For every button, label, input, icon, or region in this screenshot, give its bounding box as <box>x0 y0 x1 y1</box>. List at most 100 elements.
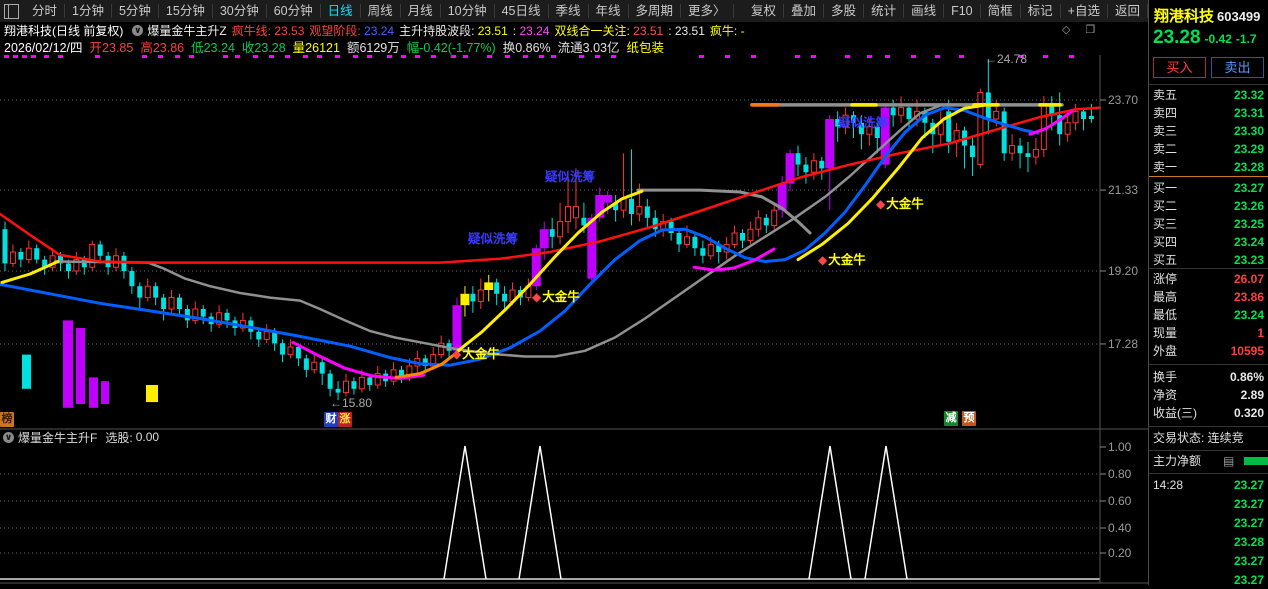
date-label: 2026/02/12/四 <box>4 41 83 55</box>
annotation-xiqi-1: 疑似洗筹 <box>545 170 596 184</box>
gem-icon: ◆ <box>876 197 886 211</box>
main-flow-row[interactable]: 主力净额 ▤ <box>1149 452 1268 470</box>
divider <box>1149 426 1268 427</box>
toolbar-item-6[interactable]: 日线 <box>320 4 361 18</box>
toolbar-tool-6[interactable]: 简框 <box>980 4 1021 18</box>
toolbar-tool-5[interactable]: F10 <box>944 4 981 18</box>
chevron-down-icon[interactable]: ∨ <box>132 24 144 36</box>
chart-tab-label[interactable]: 翔港科技(日线 前复权) <box>4 22 123 39</box>
indicator-name[interactable]: 爆量金牛主升Z <box>147 22 226 39</box>
stat-3: 现量 1 <box>1153 326 1264 340</box>
price-block: 23.28 -0.42 -1.7 <box>1153 27 1268 49</box>
stock-code: 603499 <box>1217 9 1261 24</box>
chart-badge-4: 预 <box>962 411 976 426</box>
indicator-field-2: 主升持股波段: 23.51 <box>399 23 508 38</box>
sub-indicator-name[interactable]: 爆量金牛主升F <box>18 429 97 446</box>
toolbar-item-14[interactable]: 更多〉 <box>681 4 734 18</box>
ask-row-5[interactable]: 卖五 23.32 <box>1149 86 1268 104</box>
period-toolbar: 分时 1分钟 5分钟 15分钟 30分钟 60分钟 日线 周线 月线 10分钟 45日线 季线 年线 多周… <box>0 0 1148 22</box>
toolbar-item-5[interactable]: 60分钟 <box>266 4 321 18</box>
ask-row-2[interactable]: 卖二 23.29 <box>1149 140 1268 158</box>
sub-axis-label-0: 1.00 <box>1108 440 1132 454</box>
gem-icon: ◆ <box>532 290 542 304</box>
toolbar-item-12[interactable]: 年线 <box>588 4 629 18</box>
ohlc-field-5: 额6129万 <box>346 41 400 55</box>
bid-row-1[interactable]: 买一 23.27 <box>1149 179 1268 197</box>
ask-row-4[interactable]: 卖四 23.31 <box>1149 104 1268 122</box>
ohlc-field-7: 换0.86% <box>502 41 551 55</box>
ohlc-field-3: 收23.28 <box>241 41 286 55</box>
stat-0: 涨停 26.07 <box>1153 272 1264 286</box>
ask-row-1[interactable]: 卖一 23.28 <box>1149 158 1268 176</box>
toolbar-item-4[interactable]: 30分钟 <box>212 4 267 18</box>
bid-row-2[interactable]: 买二 23.26 <box>1149 197 1268 215</box>
toolbar-item-1[interactable]: 1分钟 <box>65 4 112 18</box>
toolbar-item-9[interactable]: 10分钟 <box>440 4 495 18</box>
tick-row-5: 23.27 <box>1233 573 1264 587</box>
annotation-xiqi-0: 疑似洗筹 <box>468 232 519 246</box>
annotation-dajinniu-6: ◆大金牛 <box>876 197 924 211</box>
price-change: -0.42 <box>1204 32 1232 46</box>
tick-row-0: 14:28 23.27 <box>1153 478 1264 492</box>
toolbar-item-8[interactable]: 月线 <box>400 4 441 18</box>
sub-axis-label-2: 0.60 <box>1108 494 1132 508</box>
price-tag-1: ←15.80 <box>330 396 373 410</box>
indicator-field-6: 疯牛: - <box>709 23 745 38</box>
toolbar-tool-0[interactable]: 复权 <box>744 4 785 18</box>
indicator-field-5: : 23.51 <box>668 23 705 38</box>
toolbar-tool-1[interactable]: 叠加 <box>784 4 825 18</box>
toolbar-item-7[interactable]: 周线 <box>360 4 401 18</box>
tick-row-1: 23.27 <box>1233 497 1264 511</box>
ask-row-3[interactable]: 卖三 23.30 <box>1149 122 1268 140</box>
toolbar-tool-2[interactable]: 多股 <box>824 4 865 18</box>
tick-row-4: 23.27 <box>1233 554 1264 568</box>
toolbar-item-3[interactable]: 15分钟 <box>158 4 213 18</box>
indicator-header-row: 翔港科技(日线 前复权) ∨ 爆量金牛主升Z 疯牛线: 23.53 观望阶段: 2… <box>0 22 1148 38</box>
bid-row-3[interactable]: 买三 23.25 <box>1149 215 1268 233</box>
toolbar-tool-9[interactable]: 返回 <box>1107 4 1148 18</box>
annotation-dajinniu-5: ◆大金牛 <box>818 253 866 267</box>
toolbar-item-10[interactable]: 45日线 <box>494 4 549 18</box>
bid-row-5[interactable]: 买五 23.23 <box>1149 251 1268 269</box>
tick-row-3: 23.28 <box>1233 535 1264 549</box>
chevron-down-icon[interactable]: ∨ <box>3 431 14 443</box>
indicator-values: 疯牛线: 23.53 观望阶段: 23.24 主升持股波段: 23.51: 23.2… <box>232 22 750 39</box>
divider <box>1149 84 1268 85</box>
sub-indicator-header: ∨ 爆量金牛主升F 选股: 0.00 <box>3 429 159 446</box>
annotation-dajinniu-3: ◆大金牛 <box>452 347 500 361</box>
toolbar-item-2[interactable]: 5分钟 <box>111 4 159 18</box>
divider <box>1149 473 1268 474</box>
indicator-field-1: 观望阶段: 23.24 <box>309 23 395 38</box>
layout-icon[interactable] <box>4 3 19 19</box>
annotation-xiqi-2: 疑似洗筹 <box>838 116 889 130</box>
bid-row-4[interactable]: 买四 23.24 <box>1149 233 1268 251</box>
sell-button[interactable]: 卖出 <box>1211 57 1264 78</box>
toolbar-item-0[interactable]: 分时 <box>25 4 66 18</box>
ohlc-field-4: 量26121 <box>292 41 340 55</box>
toolbar-tool-8[interactable]: +自选 <box>1060 4 1108 18</box>
ohlc-field-0: 开23.85 <box>89 41 134 55</box>
indicator-field-4: 双线合一关注: 23.51 <box>554 23 664 38</box>
ohlc-field-2: 低23.24 <box>191 41 235 55</box>
price-change-pct: -1.7 <box>1235 32 1257 46</box>
list-icon: ▤ <box>1223 454 1235 468</box>
chart-badge-0: 榜 <box>0 412 14 427</box>
stat2-1: 净资 2.89 <box>1153 388 1264 402</box>
buy-button[interactable]: 买入 <box>1153 57 1206 78</box>
toolbar-item-13[interactable]: 多周期 <box>628 4 682 18</box>
last-price: 23.28 <box>1153 27 1201 48</box>
divider <box>1149 364 1268 365</box>
toolbar-item-11[interactable]: 季线 <box>548 4 589 18</box>
toolbar-tool-4[interactable]: 画线 <box>904 4 945 18</box>
chart-badge-1: 财 <box>324 412 338 427</box>
chart-corner-icons[interactable]: ◇ ❐ <box>1062 23 1101 36</box>
stock-name: 翔港科技 <box>1154 8 1215 25</box>
ohlc-fields: 开23.85 高23.86 低23.24 收23.28 量26121 额6129万 幅-0.… <box>90 37 671 56</box>
indicator-field-3: : 23.24 <box>512 23 550 38</box>
stat-2: 最低 23.24 <box>1153 308 1264 322</box>
toolbar-tool-3[interactable]: 统计 <box>864 4 905 18</box>
toolbar-tool-7[interactable]: 标记 <box>1020 4 1061 18</box>
quote-panel: 翔港科技 603499 23.28 -0.42 -1.7 买入 卖出 卖五 23.32 卖… <box>1148 0 1268 587</box>
divider <box>1149 450 1268 451</box>
annotation-dajinniu-4: ◆大金牛 <box>532 290 580 304</box>
